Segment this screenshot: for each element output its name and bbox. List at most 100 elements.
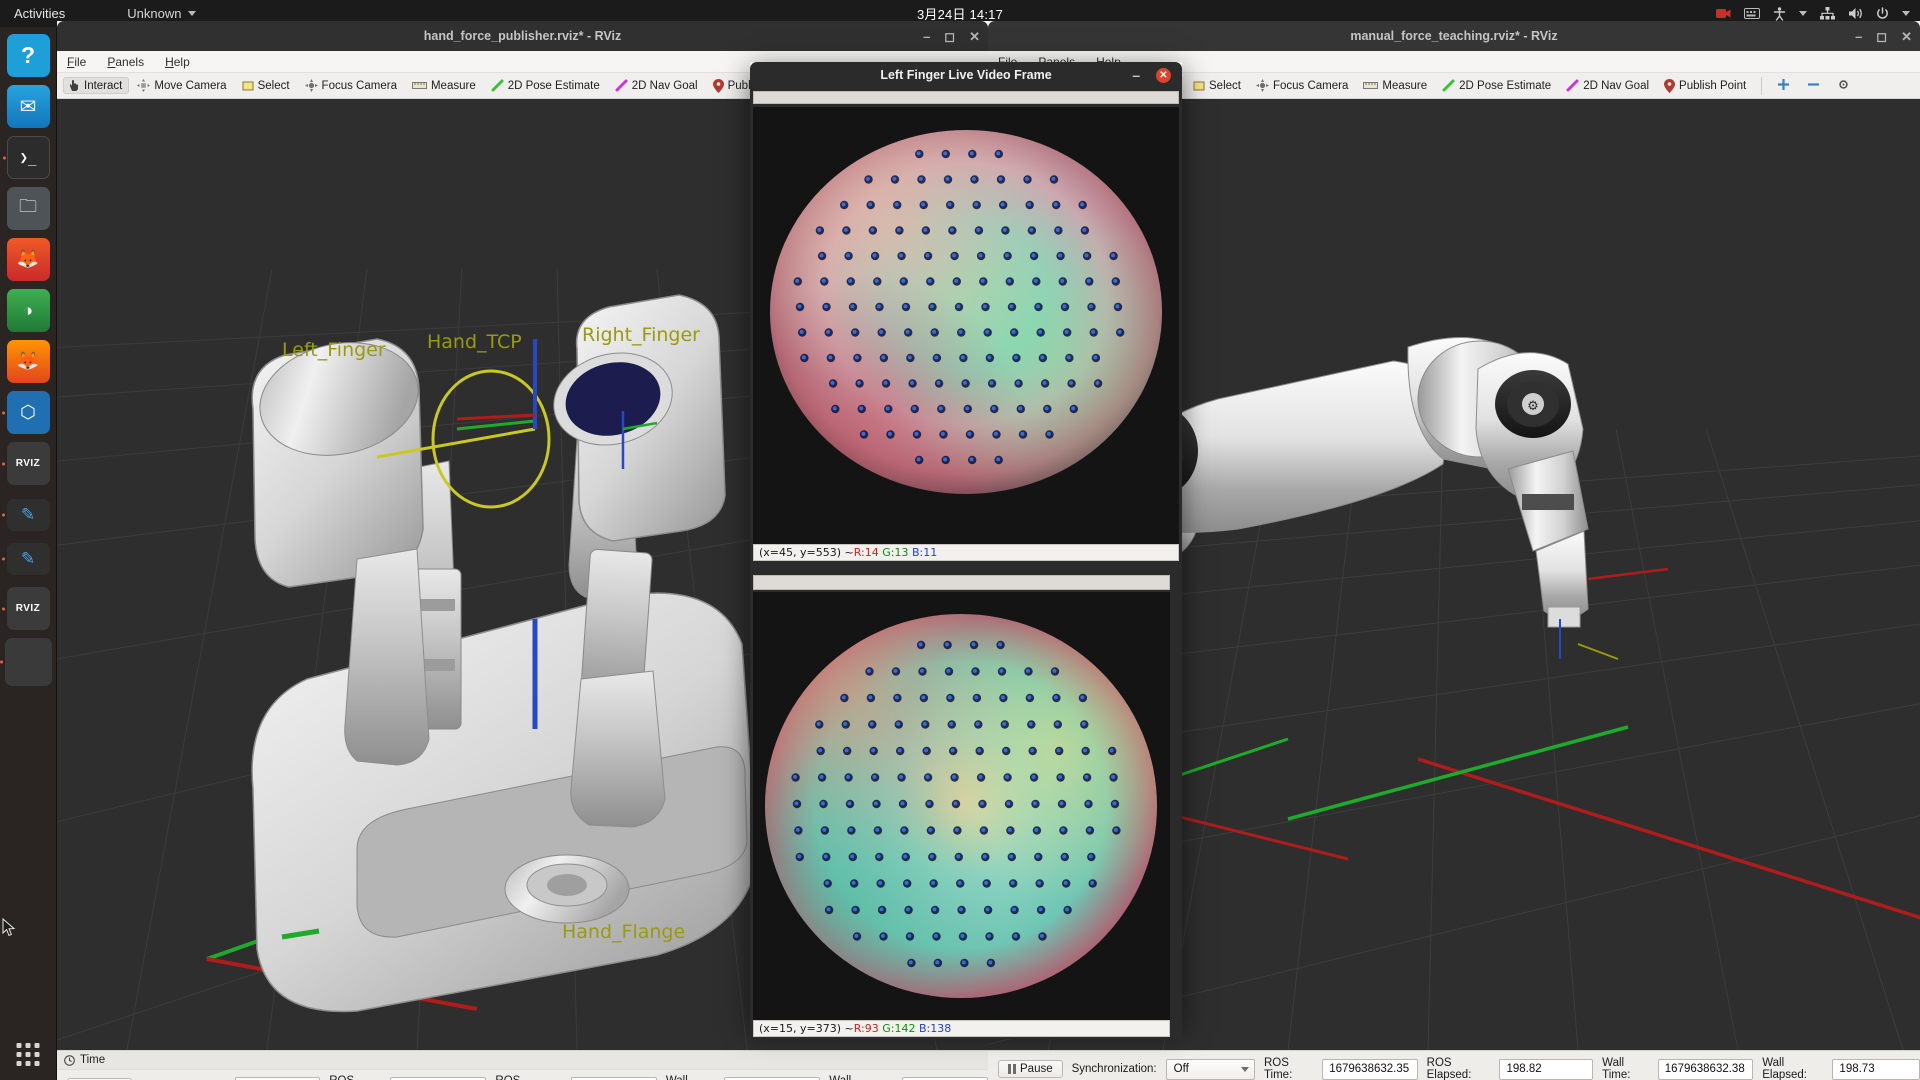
editor-icon: ✎	[20, 505, 36, 524]
toolbar-button-measure[interactable]: Measure	[407, 78, 483, 94]
maximize-button[interactable]: ◻	[944, 30, 955, 43]
vscode-icon: ⬡	[20, 402, 36, 422]
dock-item-help-icon[interactable]: ?	[6, 34, 50, 77]
focus-camera-icon	[304, 79, 318, 92]
dock-item-editor-icon-2[interactable]: ✎	[1, 543, 50, 575]
sync-select-left[interactable]: Off	[234, 1076, 321, 1080]
activities-button[interactable]: Activities	[14, 6, 65, 21]
window-titlebar[interactable]: manual_force_teaching.rviz* - RViz – ◻ ✕	[988, 21, 1920, 51]
time-panel-title: Time	[80, 1054, 106, 1066]
bottom-toolbar-strip[interactable]	[753, 575, 1170, 590]
toolbar-button-publish-point[interactable]: Publish Point	[1659, 77, 1753, 95]
menu-file[interactable]: File	[67, 55, 86, 69]
chromium-icon: ◑	[22, 300, 34, 320]
toolbar-button-focus-camera[interactable]: Focus Camera	[300, 77, 404, 94]
ros-time-label: ROS Time:	[1263, 1057, 1293, 1080]
dock-item-rviz-icon-1[interactable]: RVIZ	[1, 442, 50, 485]
menu-panels[interactable]: Panels	[107, 55, 144, 69]
dock-item-firefox-dev-icon[interactable]: 🦊	[6, 238, 50, 281]
video-status-top: (x=45, y=553) ~ R:14 G:13 B:11	[753, 544, 1179, 561]
accessibility-chevron-icon[interactable]	[1799, 11, 1807, 16]
power-icon[interactable]	[1876, 7, 1889, 20]
ros-time-field-right[interactable]: 1679638632.35	[1322, 1058, 1418, 1080]
red-value-top: R:14	[853, 546, 879, 559]
volume-icon[interactable]	[1848, 7, 1863, 20]
video-frame-bottom[interactable]	[753, 592, 1170, 1020]
maximize-button[interactable]: ◻	[1876, 30, 1887, 43]
wall-time-field-left[interactable]: 1679638632.36	[723, 1076, 821, 1080]
video-frame-top[interactable]	[753, 107, 1179, 544]
wall-time-field-right[interactable]: 1679638632.38	[1657, 1058, 1754, 1080]
menu-help[interactable]: Help	[165, 55, 190, 69]
dock-item-terminal-icon[interactable]: ❯_	[2, 136, 50, 179]
dock-item-editor-icon-1[interactable]: ✎	[1, 499, 50, 531]
hand-cursor-icon	[69, 80, 78, 91]
dock-item-chromium-icon[interactable]: ◑	[6, 289, 50, 332]
close-icon[interactable]: ✕	[1156, 68, 1171, 83]
dock-item-vscode-icon[interactable]: ⬡	[1, 391, 50, 434]
dock-item-rviz-icon-2[interactable]: RVIZ	[1, 587, 50, 630]
running-indicator-dot	[1, 557, 5, 561]
screencast-recording-icon[interactable]	[1716, 8, 1731, 19]
toolbar-button-2d-pose-estimate[interactable]: 2D Pose Estimate	[486, 77, 607, 94]
toolbar-button-2d-nav-goal[interactable]: 2D Nav Goal	[1561, 77, 1656, 94]
toolbar-label: Move Camera	[154, 79, 227, 92]
toolbar-label: Select	[1209, 79, 1241, 92]
toolbar-label: 2D Nav Goal	[1583, 79, 1650, 92]
toolbar-button-select[interactable]: Select	[1188, 78, 1248, 94]
window-title: hand_force_publisher.rviz* - RViz	[423, 29, 622, 43]
toolbar-button-interact[interactable]: Interact	[63, 77, 130, 94]
scene-label-left-finger: Left_Finger	[282, 339, 386, 361]
move-camera-icon	[137, 79, 151, 92]
svg-text:⚙: ⚙	[1527, 399, 1539, 414]
publish-point-icon	[1664, 78, 1676, 93]
toolbar-button-focus-camera[interactable]: Focus Camera	[1251, 77, 1355, 94]
editor-icon: ✎	[20, 549, 36, 568]
wall-elapsed-field-left[interactable]: 199.60	[902, 1076, 988, 1080]
add-tool-button[interactable]	[1770, 78, 1797, 94]
toolbar-button-2d-nav-goal[interactable]: 2D Nav Goal	[610, 77, 705, 94]
network-icon[interactable]	[1820, 7, 1835, 20]
sync-value: Off	[1173, 1063, 1189, 1075]
toolbar-button-2d-pose-estimate[interactable]: 2D Pose Estimate	[1437, 77, 1558, 94]
show-applications-button[interactable]	[16, 1043, 40, 1066]
dock-item-files-icon[interactable]: 🗀	[6, 187, 50, 230]
power-chevron-icon[interactable]	[1902, 11, 1910, 16]
toolbar-separator	[1761, 76, 1763, 95]
blue-value-top: B:11	[912, 546, 938, 559]
app-menu-label: Unknown	[127, 6, 182, 21]
time-panel-header: Time	[57, 1051, 988, 1070]
minimize-button[interactable]: –	[1855, 30, 1862, 43]
minimize-button[interactable]: –	[923, 30, 930, 43]
dock-item-terminal-window-icon[interactable]	[0, 638, 52, 686]
tool-properties-button[interactable]	[1830, 78, 1857, 94]
toolbar-button-move-camera[interactable]: Move Camera	[132, 77, 233, 94]
running-indicator-dot	[1, 607, 5, 610]
remove-tool-button[interactable]	[1800, 78, 1827, 94]
minimize-button[interactable]: –	[1132, 67, 1140, 83]
video-dialog-titlebar[interactable]: Left Finger Live Video Frame – ✕	[750, 62, 1182, 88]
keyboard-input-icon[interactable]	[1744, 8, 1760, 19]
ros-time-value: 1679638632.35	[1329, 1063, 1410, 1075]
ros-elapsed-field-right[interactable]: 198.82	[1499, 1058, 1594, 1080]
toolbar-label: 2D Pose Estimate	[507, 79, 600, 92]
ros-time-field-left[interactable]: 1679638632.33	[389, 1076, 487, 1080]
wall-elapsed-field-right[interactable]: 198.73	[1832, 1058, 1920, 1080]
time-panel-left: Time Pause Synchronization: Off ROS Time…	[57, 1050, 988, 1080]
sync-select-right[interactable]: Off	[1165, 1058, 1255, 1080]
app-menu-button[interactable]: Unknown	[127, 6, 196, 21]
pause-button-right[interactable]: Pause	[998, 1060, 1063, 1078]
dock-item-thunderbird-icon[interactable]: ✉	[6, 85, 50, 128]
close-button[interactable]: ✕	[969, 30, 980, 43]
top-toolbar-strip[interactable]	[753, 91, 1179, 104]
nav-goal-icon	[615, 79, 628, 92]
close-button[interactable]: ✕	[1901, 30, 1912, 43]
toolbar-button-select[interactable]: Select	[237, 78, 297, 94]
video-status-bottom: (x=15, y=373) ~ R:93 G:142 B:138	[753, 1020, 1170, 1037]
toolbar-button-measure[interactable]: Measure	[1358, 78, 1434, 94]
window-titlebar[interactable]: hand_force_publisher.rviz* - RViz – ◻ ✕	[57, 21, 988, 51]
dock-item-firefox-icon[interactable]: 🦊	[6, 340, 50, 383]
accessibility-icon[interactable]	[1773, 6, 1786, 21]
ros-elapsed-field-left[interactable]: 199.66	[571, 1076, 657, 1080]
plus-icon	[1778, 78, 1790, 90]
